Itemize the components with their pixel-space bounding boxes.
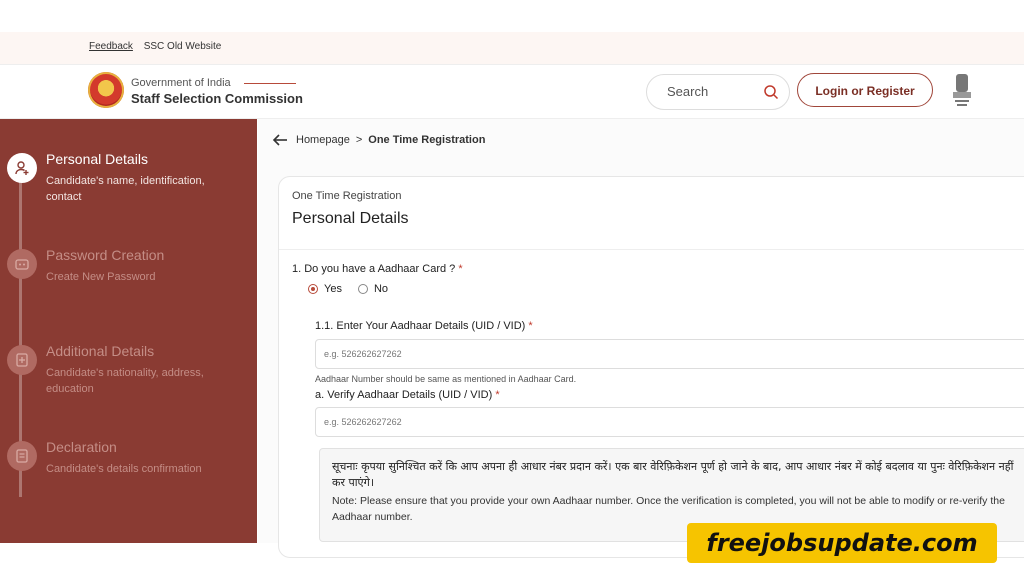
search-input[interactable]: Search <box>646 74 790 110</box>
document-add-icon <box>7 345 37 375</box>
form-kicker: One Time Registration <box>292 190 402 202</box>
registration-form-card: One Time Registration Personal Details 1… <box>278 176 1024 558</box>
verify-aadhaar-text: a. Verify Aadhaar Details (UID / VID) <box>315 389 493 401</box>
org-subtitle: Government of India <box>131 77 231 89</box>
aadhaar-radio-group: Yes No <box>308 283 404 295</box>
aadhaar-uid-input[interactable]: e.g. 526262627262 <box>315 339 1024 369</box>
national-emblem-icon <box>953 74 971 106</box>
step-desc: Candidate's details confirmation <box>46 463 202 475</box>
search-placeholder: Search <box>667 84 709 99</box>
aadhaar-hint: Aadhaar Number should be same as mention… <box>315 374 577 384</box>
notice-hindi: सूचनाः कृपया सुनिश्चित करें कि आप अपना ह… <box>332 460 1014 489</box>
watermark-badge: freejobsupdate.com <box>687 523 997 563</box>
org-title: Staff Selection Commission <box>131 91 303 106</box>
main-content: Homepage > One Time Registration One Tim… <box>258 119 1024 558</box>
aadhaar-question-label: 1. Do you have a Aadhaar Card ? * <box>292 263 463 275</box>
radio-yes[interactable]: Yes <box>308 283 342 295</box>
aadhaar-details-label: 1.1. Enter Your Aadhaar Details (UID / V… <box>315 320 533 332</box>
required-mark: * <box>458 263 463 275</box>
ssc-logo-icon[interactable] <box>88 72 124 108</box>
breadcrumb-separator: > <box>355 134 363 146</box>
aadhaar-details-text: 1.1. Enter Your Aadhaar Details (UID / V… <box>315 320 526 332</box>
required-mark: * <box>495 389 500 401</box>
utility-links: Feedback SSC Old Website <box>89 41 221 52</box>
step-title: Additional Details <box>46 343 155 359</box>
password-icon <box>7 249 37 279</box>
step-title: Declaration <box>46 439 117 455</box>
document-check-icon <box>7 441 37 471</box>
feedback-link[interactable]: Feedback <box>89 41 133 52</box>
step-desc: Candidate's nationality, address, educat… <box>46 367 204 395</box>
breadcrumb: Homepage > One Time Registration <box>272 133 485 147</box>
step-title: Password Creation <box>46 247 165 263</box>
search-icon[interactable] <box>763 84 779 100</box>
verify-aadhaar-input[interactable]: e.g. 526262627262 <box>315 407 1024 437</box>
step-title: Personal Details <box>46 151 148 167</box>
login-register-button[interactable]: Login or Register <box>797 73 933 107</box>
breadcrumb-current: One Time Registration <box>368 134 486 146</box>
radio-no[interactable]: No <box>357 283 389 295</box>
utility-spacer <box>137 41 140 52</box>
radio-no-label: No <box>373 283 389 295</box>
radio-no-indicator[interactable] <box>357 284 368 294</box>
aadhaar-question-text: 1. Do you have a Aadhaar Card ? <box>292 263 456 275</box>
back-arrow-icon[interactable] <box>272 133 288 147</box>
required-mark: * <box>528 320 533 332</box>
registration-stepper: Personal Details Candidate's name, ident… <box>0 119 257 543</box>
radio-yes-indicator[interactable] <box>308 284 318 294</box>
radio-yes-label: Yes <box>324 283 342 295</box>
form-divider <box>279 249 1024 250</box>
verify-aadhaar-label: a. Verify Aadhaar Details (UID / VID) * <box>315 389 500 401</box>
org-divider <box>244 83 296 84</box>
step-desc: Candidate's name, identification, contac… <box>46 175 205 203</box>
breadcrumb-home[interactable]: Homepage <box>296 134 350 146</box>
add-user-icon <box>7 153 37 183</box>
top-utility-bar: Feedback SSC Old Website <box>0 32 1024 65</box>
step-desc: Create New Password <box>46 271 156 283</box>
form-title: Personal Details <box>292 210 409 227</box>
site-header: Government of India Staff Selection Comm… <box>0 65 1024 119</box>
old-website-link[interactable]: SSC Old Website <box>144 41 222 52</box>
notice-english: Note: Please ensure that you provide you… <box>332 495 1005 523</box>
